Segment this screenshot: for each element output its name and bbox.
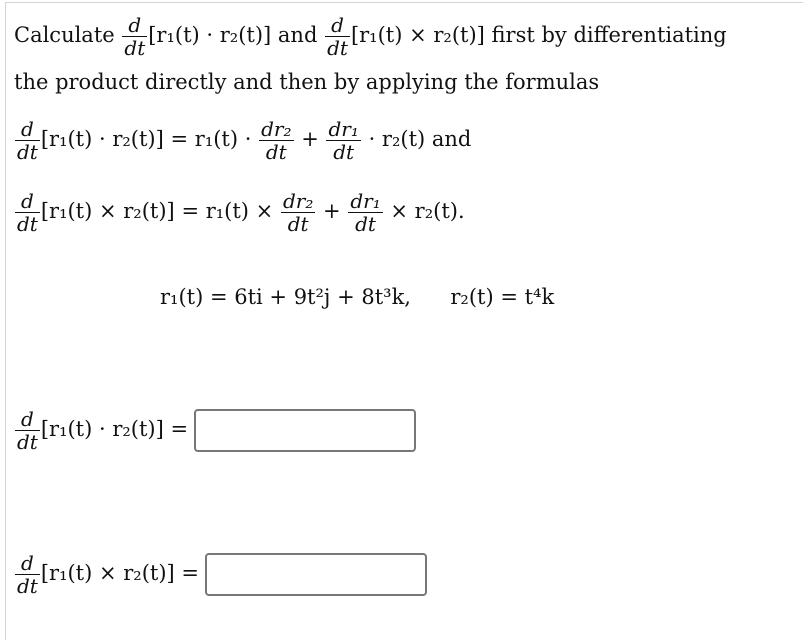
r2-definition: r₂(t) = t⁴k xyxy=(450,285,555,309)
cross-product-answer-input[interactable] xyxy=(205,553,428,596)
calculate-word: Calculate xyxy=(14,23,115,47)
rule-lhs: [r₁(t) · r₂(t)] xyxy=(40,127,164,151)
intro-tail: first by differentiating xyxy=(491,23,727,47)
answer-label-cross: [r₁(t) × r₂(t)] = xyxy=(40,561,200,585)
dot-product-expression: [r₁(t) · r₂(t)] xyxy=(148,23,272,47)
cross-product-rule: d dt [r₁(t) × r₂(t)] = r₁(t) × dr₂ dt + dr₁… xyxy=(14,190,465,235)
dr2-dt-fraction: dr₂ dt xyxy=(259,117,294,164)
derivative-operator: d dt xyxy=(15,117,40,164)
rule-rhs-prefix: = r₁(t) × xyxy=(181,199,274,223)
dot-product-rule: d dt [r₁(t) · r₂(t)] = r₁(t) · dr₂ dt + dr₁… xyxy=(14,118,471,163)
dr1-dt-fraction: dr₁ dt xyxy=(326,117,361,164)
rule-lhs: [r₁(t) × r₂(t)] xyxy=(40,199,175,223)
derivative-operator: d dt xyxy=(15,407,40,454)
given-vectors: r₁(t) = 6ti + 9t²j + 8t³k, r₂(t) = t⁴k xyxy=(160,287,554,308)
plus-sign: + xyxy=(301,127,319,151)
r1-definition: r₁(t) = 6ti + 9t²j + 8t³k, xyxy=(160,285,411,309)
rule-rhs-prefix: = r₁(t) · xyxy=(170,127,252,151)
derivative-operator: d dt xyxy=(15,551,40,598)
derivative-operator: d dt xyxy=(325,13,350,60)
dot-product-answer-input[interactable] xyxy=(194,409,417,452)
rule-rhs-suffix: · r₂(t) xyxy=(368,127,426,151)
plus-sign: + xyxy=(323,199,341,223)
and-word: and xyxy=(277,23,318,47)
derivative-operator: d dt xyxy=(122,13,148,60)
dr1-dt-fraction: dr₁ dt xyxy=(348,189,383,236)
dr2-dt-fraction: dr₂ dt xyxy=(280,189,316,236)
answer-label-dot: [r₁(t) · r₂(t)] = xyxy=(40,417,189,441)
derivative-operator: d dt xyxy=(15,189,40,236)
answer-row-cross: d dt [r₁(t) × r₂(t)] = xyxy=(14,551,428,598)
and-word: and xyxy=(431,127,472,151)
intro-line-1: Calculate d dt [r₁(t) · r₂(t)] and d dt [r₁(… xyxy=(14,14,727,59)
cross-product-expression: [r₁(t) × r₂(t)] xyxy=(350,23,485,47)
problem-frame xyxy=(5,2,803,640)
answer-row-dot: d dt [r₁(t) · r₂(t)] = xyxy=(14,407,417,454)
rule-rhs-suffix: × r₂(t). xyxy=(390,199,465,223)
intro-line-2: the product directly and then by applyin… xyxy=(14,70,600,94)
